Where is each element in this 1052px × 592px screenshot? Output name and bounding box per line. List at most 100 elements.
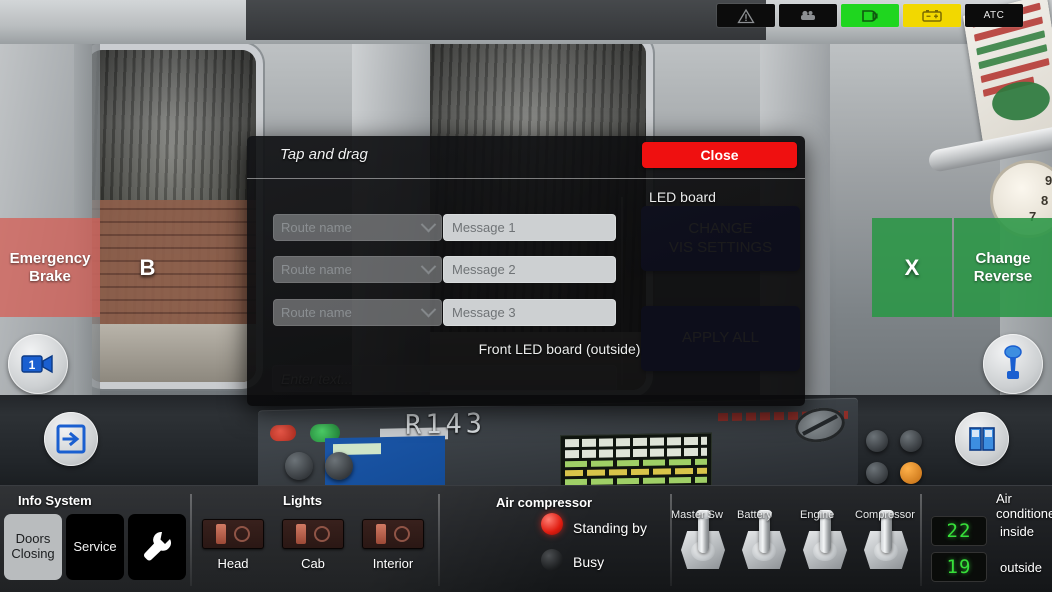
dash-knob-1: [866, 430, 888, 452]
message-input-3[interactable]: Message 3: [443, 299, 616, 326]
tools-button[interactable]: [128, 514, 186, 580]
inside-temperature-label: inside: [1000, 524, 1034, 539]
dash-knob-3: [900, 430, 922, 452]
dash-red-button: [270, 424, 296, 442]
screen-root: 9 8 7 R143 ATC Emergency Brake B X Chang…: [0, 0, 1052, 592]
interior-light-label: Interior: [372, 556, 414, 571]
change-reverse-label: Change Reverse: [974, 250, 1032, 285]
dash-indicator-lamp: [900, 462, 922, 484]
change-reverse-line2: Reverse: [973, 267, 1033, 285]
dash-knob-2: [866, 462, 888, 484]
service-label: Service: [73, 538, 117, 554]
emergency-brake-line1: Emergency: [9, 250, 91, 268]
panel-divider-4: [920, 494, 922, 586]
panel-divider-3: [670, 494, 672, 586]
brake-indicator[interactable]: [779, 4, 837, 27]
switch-off-circle: [314, 526, 330, 542]
switch-on-bar: [376, 524, 386, 544]
busy-lamp[interactable]: [541, 549, 563, 571]
camera-1-icon: 1: [21, 354, 53, 374]
front-led-heading: Front LED board (outside): [478, 341, 641, 357]
cab-light-label: Cab: [301, 556, 325, 571]
headlight-indicator[interactable]: [841, 4, 899, 27]
route-name-dropdown-1[interactable]: Route name: [273, 214, 442, 241]
chevron-down-icon: [420, 258, 437, 275]
brake-shoe-icon: [801, 10, 815, 20]
emergency-brake-button[interactable]: Emergency Brake: [0, 218, 100, 317]
dialog-title-divider: [247, 178, 805, 179]
throttle-key-button[interactable]: X: [872, 218, 952, 317]
outside-temperature-value: 19: [946, 556, 972, 578]
doors-icon: [969, 427, 995, 451]
route-name-placeholder-1: Route name: [281, 220, 352, 235]
standing-by-label: Standing by: [573, 520, 647, 536]
message-placeholder-2: Message 2: [452, 262, 516, 277]
switch-off-circle: [394, 526, 410, 542]
atc-indicator[interactable]: ATC: [965, 4, 1023, 27]
cab-light-switch[interactable]: [282, 519, 344, 549]
close-button[interactable]: Close: [642, 142, 797, 168]
wrench-icon: [143, 531, 171, 561]
outside-temperature-label: outside: [1000, 560, 1042, 575]
ceiling-shadow: [246, 0, 766, 40]
outside-temperature-display: 19: [931, 552, 987, 582]
panel-divider-2: [438, 494, 440, 586]
standing-by-lamp[interactable]: [541, 513, 563, 535]
interior-light-switch[interactable]: [362, 519, 424, 549]
message-input-1[interactable]: Message 1: [443, 214, 616, 241]
dialog-drag-hint: Tap and drag: [280, 146, 368, 163]
busy-label: Busy: [573, 554, 605, 570]
led-board-dialog: Tap and drag Close LED board Route name …: [247, 136, 805, 406]
message-input-2[interactable]: Message 2: [443, 256, 616, 283]
compressor-switch[interactable]: [858, 510, 914, 571]
switch-on-bar: [296, 524, 306, 544]
dash-knob-4: [285, 452, 313, 480]
atc-label: ATC: [983, 10, 1005, 21]
route-name-dropdown-2[interactable]: Route name: [273, 256, 442, 283]
air-conditioner-title: Air conditioner: [996, 491, 1052, 521]
battery-icon: [922, 9, 942, 22]
warning-indicator[interactable]: [717, 4, 775, 27]
chevron-down-icon: [420, 216, 437, 233]
doors-closing-label: Doors Closing: [11, 532, 54, 561]
brake-key-button[interactable]: B: [100, 218, 195, 317]
exit-button[interactable]: [44, 412, 98, 466]
service-button[interactable]: Service: [66, 514, 124, 580]
head-light-switch[interactable]: [202, 519, 264, 549]
microphone-icon: [1004, 345, 1022, 379]
left-windscreen: [88, 50, 256, 382]
engine-switch-label: Engine: [800, 509, 835, 521]
hud-indicator-bar: ATC: [717, 4, 1023, 27]
camera-view-button[interactable]: 1: [8, 334, 68, 394]
route-name-dropdown-3[interactable]: Route name: [273, 299, 442, 326]
dash-knob-5: [325, 452, 353, 480]
inside-temperature-value: 22: [946, 520, 972, 542]
master-switch[interactable]: [675, 510, 731, 571]
inside-temperature-display: 22: [931, 516, 987, 546]
route-name-placeholder-3: Route name: [281, 305, 352, 320]
announce-button[interactable]: [983, 334, 1043, 394]
doors-button[interactable]: [955, 412, 1009, 466]
air-compressor-title: Air compressor: [496, 495, 593, 510]
lights-title: Lights: [283, 493, 322, 508]
head-light-label: Head: [217, 556, 249, 571]
engine-switch[interactable]: [797, 510, 853, 571]
warning-triangle-icon: [737, 8, 755, 23]
panel-divider-1: [190, 494, 192, 586]
platform-left: [88, 324, 256, 382]
compressor-switch-label: Compressor: [855, 509, 915, 521]
chevron-down-icon: [420, 301, 437, 318]
switch-on-bar: [216, 524, 226, 544]
doors-closing-line1: Doors: [15, 531, 51, 547]
battery-switch[interactable]: [736, 510, 792, 571]
battery-indicator[interactable]: [903, 4, 961, 27]
change-reverse-button[interactable]: Change Reverse: [954, 218, 1052, 317]
emergency-brake-label: Emergency Brake: [10, 250, 91, 285]
doors-closing-line2: Closing: [11, 546, 55, 561]
info-system-title: Info System: [18, 493, 92, 508]
master-switch-label: Master Sw: [671, 509, 723, 521]
switch-off-circle: [234, 526, 250, 542]
led-board-heading: LED board: [649, 189, 716, 205]
battery-switch-label: Battery: [737, 509, 772, 521]
doors-closing-button[interactable]: Doors Closing: [4, 514, 62, 580]
